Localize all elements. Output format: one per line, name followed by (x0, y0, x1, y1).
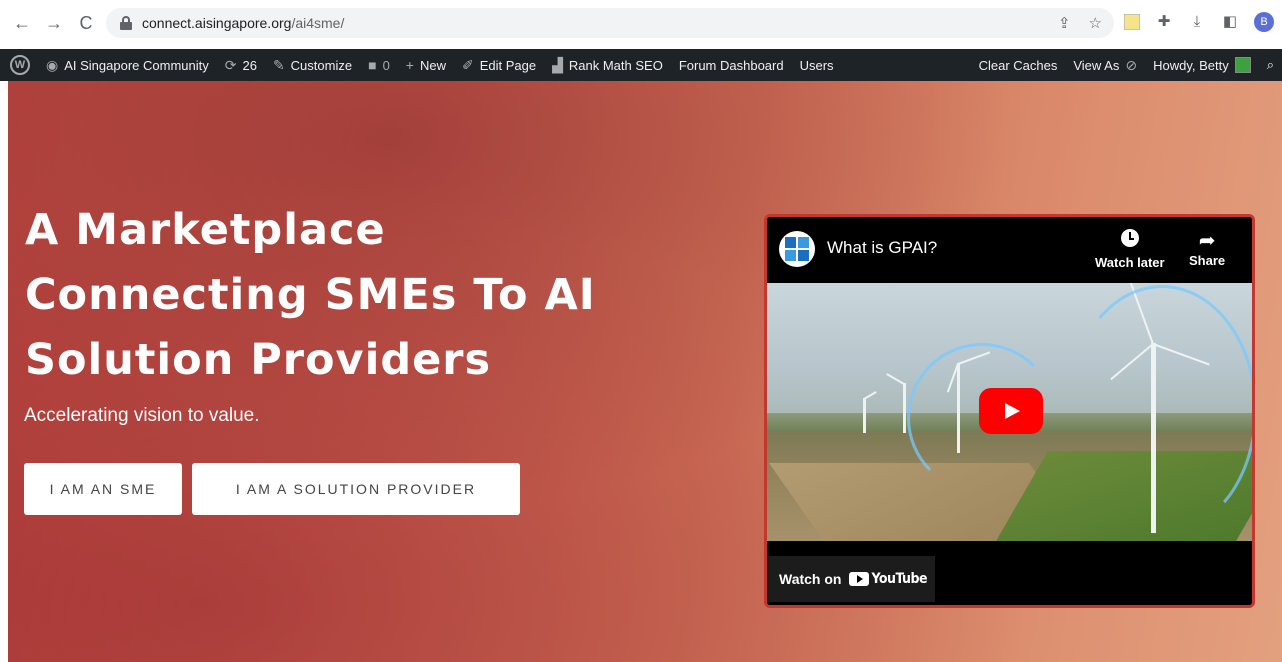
brush-icon: ✎ (272, 56, 285, 73)
comments-menu[interactable]: ■ 0 (360, 49, 398, 81)
view-as-menu[interactable]: View As ⊘ (1065, 49, 1145, 81)
hero-title-line2: Connecting SMEs To AI (25, 270, 596, 320)
users-label: Users (799, 57, 834, 73)
search-icon: ⌕ (1266, 57, 1274, 72)
wordpress-icon: W (10, 55, 30, 75)
profile-avatar[interactable]: B (1254, 12, 1274, 32)
url-path: /ai4sme/ (291, 15, 345, 31)
account-menu[interactable]: Howdy, Betty (1145, 49, 1259, 81)
puzzle-extensions-icon[interactable]: ✚ (1155, 13, 1173, 31)
hero-title-line1: A Marketplace (25, 205, 386, 255)
refresh-icon: ⟳ (224, 56, 237, 73)
url-text[interactable]: connect.aisingapore.org/ai4sme/ (142, 15, 344, 31)
customize-label: Customize (290, 57, 353, 73)
youtube-wordmark: YouTube (871, 571, 928, 587)
edit-page-label: Edit Page (479, 57, 537, 73)
rank-math-icon: ▟ (552, 56, 563, 73)
hero-title: A Marketplace Connecting SMEs To AI Solu… (25, 198, 725, 393)
hero-title-line3: Solution Providers (25, 335, 492, 385)
forum-dashboard-menu[interactable]: Forum Dashboard (671, 49, 792, 81)
view-as-label: View As (1073, 57, 1120, 73)
watch-on-label: Watch on (779, 571, 842, 587)
share-icon[interactable]: ⇪ (1058, 14, 1071, 32)
forward-icon[interactable]: → (44, 13, 64, 33)
play-button[interactable] (979, 388, 1043, 434)
video-thumbnail[interactable] (767, 283, 1252, 541)
channel-logo[interactable] (779, 231, 815, 267)
hero-subtitle: Accelerating vision to value. (24, 405, 260, 426)
watch-on-youtube-button[interactable]: Watch on YouTube (767, 556, 935, 602)
customize-menu[interactable]: ✎ Customize (265, 49, 360, 81)
watch-later-label: Watch later (1095, 255, 1165, 270)
i-am-an-sme-button[interactable]: I AM AN SME (24, 463, 182, 515)
share-arrow-icon: ➦ (1198, 230, 1216, 252)
comment-icon: ■ (368, 57, 377, 73)
download-icon[interactable]: ⤓ (1188, 13, 1206, 31)
back-icon[interactable]: ← (12, 13, 32, 33)
plus-icon: + (405, 57, 414, 73)
youtube-embed[interactable]: What is GPAI? Watch later ➦ Share Watch … (764, 214, 1255, 608)
video-title[interactable]: What is GPAI? (827, 238, 937, 258)
youtube-play-icon (849, 572, 870, 586)
lock-icon[interactable] (120, 16, 132, 30)
new-content-menu[interactable]: + New (398, 49, 454, 81)
updates-menu[interactable]: ⟳ 26 (217, 49, 265, 81)
pencil-icon: ✐ (462, 56, 474, 73)
clock-icon (1120, 229, 1139, 247)
share-button[interactable]: ➦ Share (1189, 229, 1225, 268)
new-label: New (419, 57, 446, 73)
watch-later-button[interactable]: Watch later (1095, 229, 1165, 270)
updates-count: 26 (242, 57, 257, 73)
eye-slash-icon: ⊘ (1125, 56, 1138, 73)
video-footer: Watch on YouTube (767, 541, 1252, 605)
comments-count: 0 (382, 57, 390, 73)
browser-toolbar: ← → C connect.aisingapore.org/ai4sme/ ⇪ … (0, 0, 1282, 46)
rank-math-menu[interactable]: ▟ Rank Math SEO (544, 49, 671, 81)
admin-search[interactable]: ⌕ (1259, 49, 1282, 81)
site-name-menu[interactable]: ◉ AI Singapore Community (38, 49, 217, 81)
forum-dashboard-label: Forum Dashboard (678, 57, 784, 73)
wp-logo-menu[interactable]: W (0, 49, 38, 81)
sticky-note-extension-icon[interactable] (1124, 14, 1140, 30)
side-panel-icon[interactable]: ◧ (1221, 13, 1239, 31)
i-am-a-solution-provider-button[interactable]: I AM A SOLUTION PROVIDER (192, 463, 520, 515)
howdy-label: Howdy, Betty (1153, 57, 1229, 73)
bookmark-star-icon[interactable]: ☆ (1089, 14, 1102, 32)
youtube-logo: YouTube (849, 571, 928, 587)
address-bar[interactable]: connect.aisingapore.org/ai4sme/ ⇪ ☆ (106, 8, 1114, 38)
share-label: Share (1189, 253, 1226, 268)
edit-page-menu[interactable]: ✐ Edit Page (454, 49, 544, 81)
clear-caches-label: Clear Caches (978, 57, 1058, 73)
url-host: connect.aisingapore.org (142, 15, 292, 31)
rank-math-label: Rank Math SEO (568, 57, 663, 73)
site-name-label: AI Singapore Community (64, 57, 209, 73)
user-avatar (1234, 57, 1251, 73)
reload-icon[interactable]: C (76, 13, 96, 33)
video-header: What is GPAI? Watch later ➦ Share (767, 217, 1252, 283)
clear-caches-menu[interactable]: Clear Caches (971, 49, 1066, 81)
dashboard-icon: ◉ (46, 56, 59, 73)
hero-section: A Marketplace Connecting SMEs To AI Solu… (8, 81, 1282, 662)
wp-admin-bar: W ◉ AI Singapore Community ⟳ 26 ✎ Customize… (0, 49, 1282, 81)
users-menu[interactable]: Users (792, 49, 842, 81)
